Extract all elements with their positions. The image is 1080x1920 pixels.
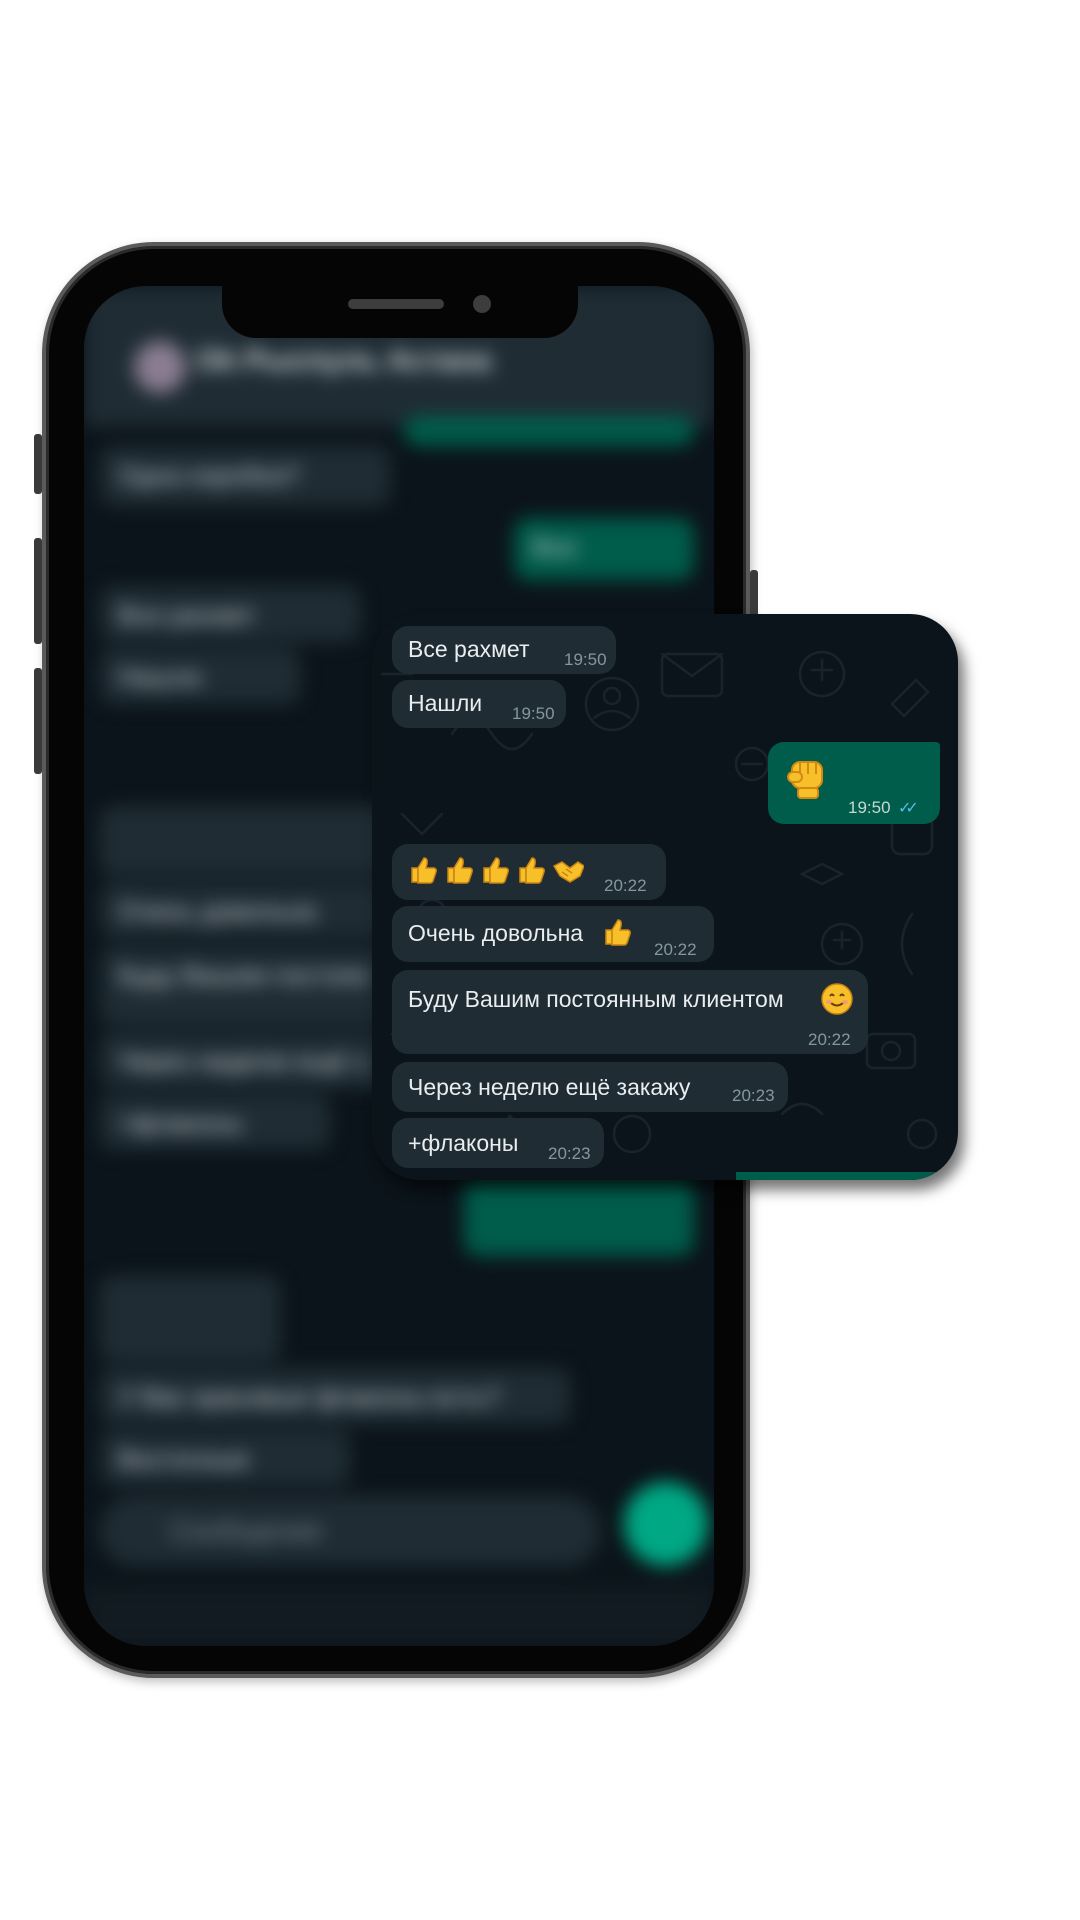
phone-volume-up-button — [34, 538, 42, 644]
message-time: 20:22 — [654, 940, 697, 959]
message-time: 20:23 — [732, 1086, 775, 1105]
message-time: 20:23 — [548, 1144, 591, 1163]
message-bubble[interactable]: 20:22 — [392, 844, 666, 900]
message-bubble[interactable]: Буду Вашим постоянным клиентом 20:22 — [392, 970, 868, 1054]
emoji-row — [408, 854, 584, 886]
contact-name[interactable]: Ok Рыспуль Астана — [196, 344, 491, 378]
message-bubble[interactable]: Через неделю ещё закажу 20:23 — [392, 1062, 788, 1112]
outgoing-bubble-edge — [736, 1172, 936, 1180]
chat-bubble — [404, 416, 694, 446]
double-check-icon: ✓✓ — [898, 800, 919, 817]
chat-bubble: Восточные — [100, 1430, 350, 1486]
message-time: 20:22 — [604, 876, 647, 895]
chat-bubble — [100, 806, 400, 876]
message-text: Очень довольна — [408, 920, 584, 946]
message-text: Буду Вашим постоянным клиентом — [408, 986, 784, 1012]
chat-bubble — [100, 1276, 280, 1362]
system-nav-bar — [84, 1586, 714, 1646]
chat-bubble: Нашли — [100, 648, 300, 704]
message-bubble[interactable]: Очень довольна 20:22 — [392, 906, 714, 962]
avatar[interactable] — [134, 341, 186, 393]
thumbs-up-icon — [519, 857, 545, 884]
thumbs-up-icon — [605, 919, 631, 946]
message-input[interactable]: Сообщение — [100, 1496, 600, 1566]
chat-bubble: Буду Вашим постоян — [100, 946, 400, 1026]
phone-speaker — [348, 299, 444, 309]
message-text: Через неделю ещё закажу — [408, 1074, 691, 1100]
smiling-face-icon — [821, 983, 853, 1015]
thumbs-up-icon — [483, 857, 509, 884]
message-time: 19:50 — [848, 798, 891, 817]
message-bubble[interactable]: Нашли 19:50 — [392, 680, 566, 728]
handshake-icon — [552, 861, 584, 883]
chat-bubble: Через неделю ещё з — [100, 1032, 400, 1088]
phone-notch — [222, 286, 578, 338]
thumbs-up-icon — [447, 857, 473, 884]
message-time: 20:22 — [808, 1030, 851, 1049]
chat-bubble — [464, 1176, 694, 1256]
mic-button[interactable] — [624, 1482, 708, 1566]
message-text: Все рахмет — [408, 636, 530, 662]
thumbs-up-icon — [411, 857, 437, 884]
message-bubble[interactable]: Все рахмет 19:50 — [392, 626, 616, 674]
message-time: 19:50 — [512, 704, 555, 723]
message-time: 19:50 — [564, 650, 607, 669]
message-bubble[interactable]: 19:50 ✓✓ — [768, 742, 940, 824]
phone-mute-switch — [34, 434, 42, 494]
chat-bubble: У Вас красивые флаконы есть? — [100, 1368, 570, 1424]
phone-camera — [473, 295, 491, 313]
phone-volume-down-button — [34, 668, 42, 774]
chat-bubble: Все — [514, 518, 694, 580]
raised-fist-icon — [787, 761, 823, 799]
chat-zoom-card: Все рахмет 19:50 Нашли 19:50 19:50 ✓✓ 20… — [372, 614, 958, 1180]
message-text: Нашли — [408, 690, 483, 716]
message-bubble[interactable]: +флаконы 20:23 — [392, 1118, 604, 1168]
message-text: +флаконы — [408, 1130, 519, 1156]
chat-bubble: Одна коробка? — [100, 446, 390, 506]
chat-bubble: Очень довольна — [100, 882, 400, 938]
chat-bubble: Все рахмет — [100, 586, 360, 642]
chat-bubble: +флаконы — [100, 1094, 330, 1150]
